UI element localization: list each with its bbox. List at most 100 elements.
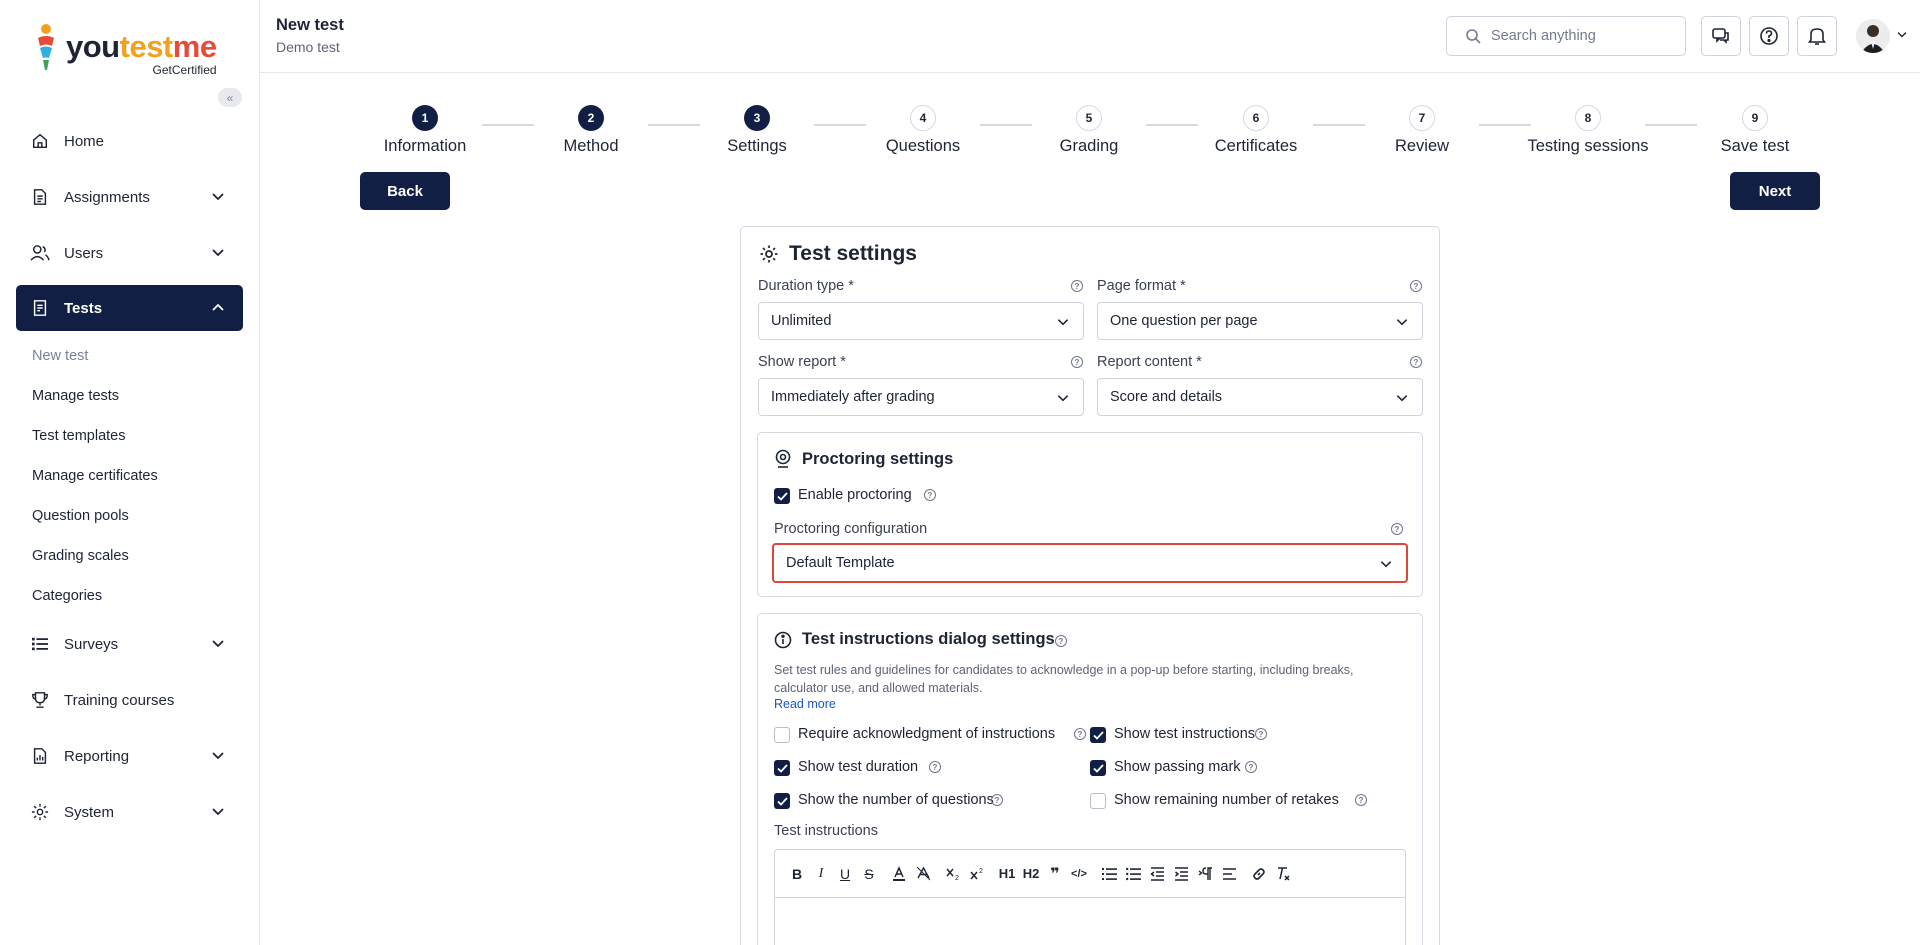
sidebar-subitem-grading-scales[interactable]: Grading scales <box>32 548 129 564</box>
sidebar-item-reporting[interactable]: Reporting <box>16 733 243 779</box>
sidebar-subitem-categories[interactable]: Categories <box>32 588 102 604</box>
highlight-button[interactable] <box>911 862 935 886</box>
notifications-button[interactable] <box>1797 16 1837 56</box>
help-icon[interactable]: ? <box>1255 728 1267 740</box>
sidebar-subitem-manage-tests[interactable]: Manage tests <box>32 388 119 404</box>
search-input[interactable]: Search anything <box>1446 16 1686 56</box>
step-testing-sessions[interactable]: 8 Testing sessions <box>1518 105 1658 156</box>
sidebar-subitem-new-test[interactable]: New test <box>32 348 88 364</box>
sidebar-subitem-test-templates[interactable]: Test templates <box>32 428 126 444</box>
require-ack-checkbox[interactable] <box>774 727 790 743</box>
users-icon <box>30 243 50 263</box>
chat-button[interactable] <box>1701 16 1741 56</box>
align-left-icon <box>1222 867 1236 880</box>
paragraph-direction-icon <box>1198 866 1212 880</box>
link-icon <box>1253 867 1265 880</box>
show-retakes-label: Show remaining number of retakes <box>1114 792 1339 808</box>
step-method[interactable]: 2 Method <box>521 105 661 156</box>
ordered-list-button[interactable] <box>1097 862 1121 886</box>
help-button[interactable] <box>1749 16 1789 56</box>
help-icon[interactable]: ? <box>991 794 1003 806</box>
step-information[interactable]: 1 Information <box>355 105 495 156</box>
chevron-down-icon[interactable] <box>1895 28 1909 42</box>
proctoring-config-select[interactable]: Default Template <box>772 543 1408 583</box>
outdent-button[interactable] <box>1145 862 1169 886</box>
code-button[interactable]: </> <box>1067 862 1091 886</box>
step-save-test[interactable]: 9 Save test <box>1685 105 1825 156</box>
help-icon[interactable]: ? <box>1355 794 1367 806</box>
show-question-count-checkbox[interactable] <box>774 793 790 809</box>
help-icon[interactable]: ? <box>1071 280 1083 292</box>
next-button[interactable]: Next <box>1730 172 1820 210</box>
font-color-button[interactable] <box>887 862 911 886</box>
link-button[interactable] <box>1247 862 1271 886</box>
clear-format-button[interactable] <box>1271 862 1295 886</box>
subscript-button[interactable]: 2 <box>941 862 965 886</box>
read-more-link[interactable]: Read more <box>774 697 836 711</box>
report-content-label: Report content * <box>1097 354 1202 370</box>
show-question-count-label: Show the number of questions <box>798 792 994 808</box>
sidebar-item-surveys[interactable]: Surveys <box>16 621 243 667</box>
sidebar-item-label: Tests <box>64 299 103 317</box>
step-certificates[interactable]: 6 Certificates <box>1186 105 1326 156</box>
editor-toolbar: B I U S 2 2 H1 H2 ❞ </> <box>775 850 1405 898</box>
sidebar-subitem-question-pools[interactable]: Question pools <box>32 508 129 524</box>
step-grading[interactable]: 5 Grading <box>1019 105 1159 156</box>
help-icon[interactable]: ? <box>1410 280 1422 292</box>
show-retakes-checkbox[interactable] <box>1090 793 1106 809</box>
instructions-settings-panel: Test instructions dialog settings ? Set … <box>757 613 1423 945</box>
text-direction-button[interactable] <box>1193 862 1217 886</box>
help-icon[interactable]: ? <box>924 489 936 501</box>
sidebar-item-system[interactable]: System <box>16 789 243 835</box>
italic-button[interactable]: I <box>809 862 833 886</box>
help-icon[interactable]: ? <box>1071 356 1083 368</box>
show-report-label: Show report * <box>758 354 846 370</box>
rich-text-editor[interactable]: B I U S 2 2 H1 H2 ❞ </> <box>774 849 1406 945</box>
show-instructions-checkbox[interactable] <box>1090 727 1106 743</box>
heading1-button[interactable]: H1 <box>995 862 1019 886</box>
underline-button[interactable]: U <box>833 862 857 886</box>
enable-proctoring-checkbox[interactable] <box>774 488 790 504</box>
page-title: New test <box>276 16 344 34</box>
bullet-list-button[interactable] <box>1121 862 1145 886</box>
sidebar-item-users[interactable]: Users <box>16 230 243 276</box>
step-questions[interactable]: 4 Questions <box>853 105 993 156</box>
help-icon[interactable]: ? <box>1055 635 1067 647</box>
align-button[interactable] <box>1217 862 1241 886</box>
help-icon[interactable]: ? <box>1074 728 1086 740</box>
page-subtitle: Demo test <box>276 39 340 55</box>
proctoring-config-label: Proctoring configuration <box>774 521 928 537</box>
check-icon <box>776 491 788 501</box>
step-review[interactable]: 7 Review <box>1352 105 1492 156</box>
superscript-icon: 2 <box>970 868 983 879</box>
brand-logo[interactable]: youtestme GetCertified <box>32 22 217 77</box>
sidebar-item-assignments[interactable]: Assignments <box>16 174 243 220</box>
step-settings[interactable]: 3 Settings <box>687 105 827 156</box>
help-icon[interactable]: ? <box>1245 761 1257 773</box>
report-content-select[interactable]: Score and details <box>1097 378 1423 416</box>
strikethrough-button[interactable]: S <box>857 862 881 886</box>
blockquote-button[interactable]: ❞ <box>1043 862 1067 886</box>
svg-text:2: 2 <box>955 875 959 881</box>
page-format-select[interactable]: One question per page <box>1097 302 1423 340</box>
sidebar-subitem-manage-certificates[interactable]: Manage certificates <box>32 468 158 484</box>
indent-button[interactable] <box>1169 862 1193 886</box>
superscript-button[interactable]: 2 <box>965 862 989 886</box>
show-report-select[interactable]: Immediately after grading <box>758 378 1084 416</box>
avatar[interactable] <box>1856 19 1890 53</box>
duration-type-select[interactable]: Unlimited <box>758 302 1084 340</box>
sidebar-item-training-courses[interactable]: Training courses <box>16 677 243 723</box>
back-button[interactable]: Back <box>360 172 450 210</box>
help-icon[interactable]: ? <box>1410 356 1422 368</box>
heading2-button[interactable]: H2 <box>1019 862 1043 886</box>
sidebar-item-home[interactable]: Home <box>16 118 243 164</box>
sidebar-item-tests[interactable]: Tests <box>16 285 243 331</box>
help-icon[interactable]: ? <box>1391 523 1403 535</box>
bold-button[interactable]: B <box>785 862 809 886</box>
chevron-down-icon <box>212 640 224 648</box>
show-passing-mark-checkbox[interactable] <box>1090 760 1106 776</box>
collapse-sidebar-button[interactable]: « <box>218 88 242 107</box>
help-icon[interactable]: ? <box>929 761 941 773</box>
show-duration-checkbox[interactable] <box>774 760 790 776</box>
svg-text:2: 2 <box>979 868 983 875</box>
